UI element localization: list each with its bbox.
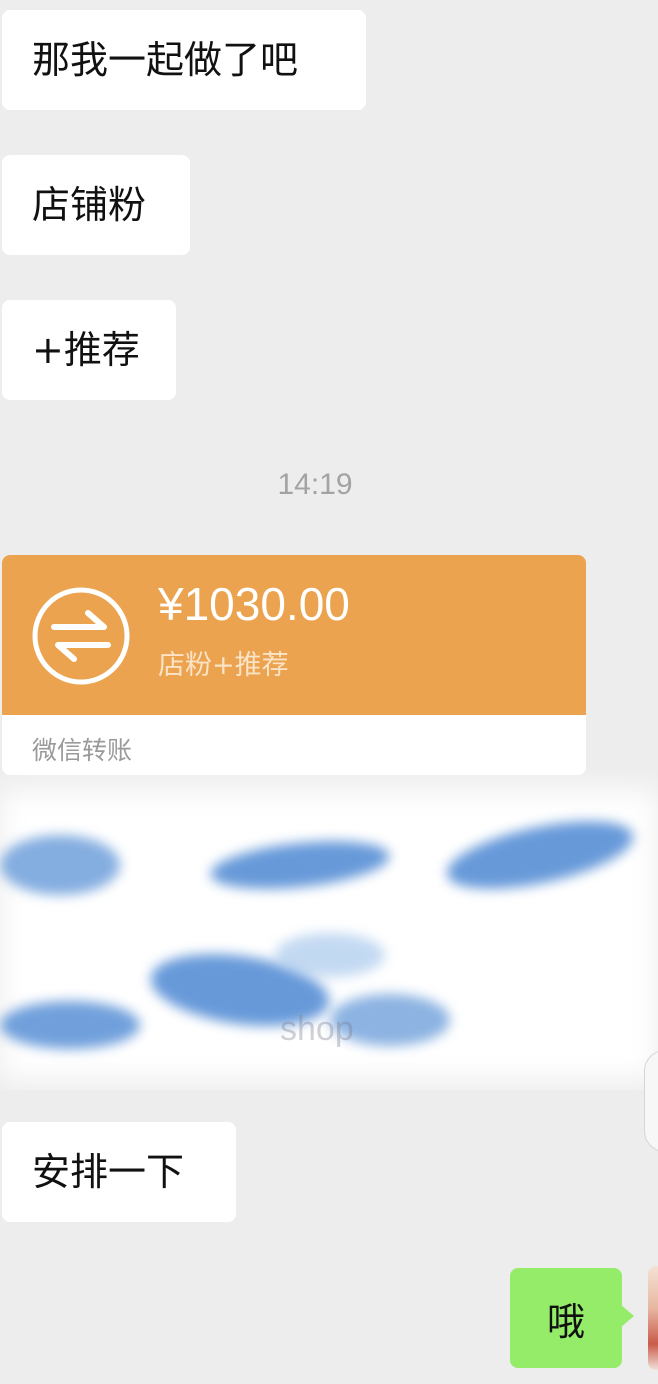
message-bubble-1[interactable]: 那我一起做了吧 [2, 10, 366, 110]
transfer-note: 店粉+推荐 [158, 650, 289, 681]
transfer-card-header: ¥1030.00 店粉+推荐 [2, 555, 586, 715]
transfer-arrows-icon [32, 587, 130, 685]
scroll-handle[interactable] [644, 1050, 658, 1152]
transfer-amount: ¥1030.00 [158, 578, 350, 630]
message-text: 那我一起做了吧 [32, 38, 299, 82]
message-text: 安排一下 [32, 1150, 185, 1194]
message-bubble-4[interactable]: 安排一下 [2, 1122, 236, 1222]
avatar[interactable] [648, 1266, 658, 1370]
message-text: 哦 [546, 1299, 585, 1344]
message-text: +推荐 [32, 328, 140, 372]
message-text: 店铺粉 [32, 183, 147, 227]
message-timestamp: 14:19 [277, 468, 353, 501]
bubble-tail [620, 1304, 634, 1328]
message-bubble-3[interactable]: +推荐 [2, 300, 176, 400]
message-bubble-2[interactable]: 店铺粉 [2, 155, 190, 255]
transfer-label: 微信转账 [32, 736, 133, 765]
redaction-text: shop [280, 1010, 354, 1048]
message-bubble-outgoing[interactable]: 哦 [510, 1268, 622, 1368]
transfer-card[interactable]: ¥1030.00 店粉+推荐 微信转账 [2, 555, 586, 775]
